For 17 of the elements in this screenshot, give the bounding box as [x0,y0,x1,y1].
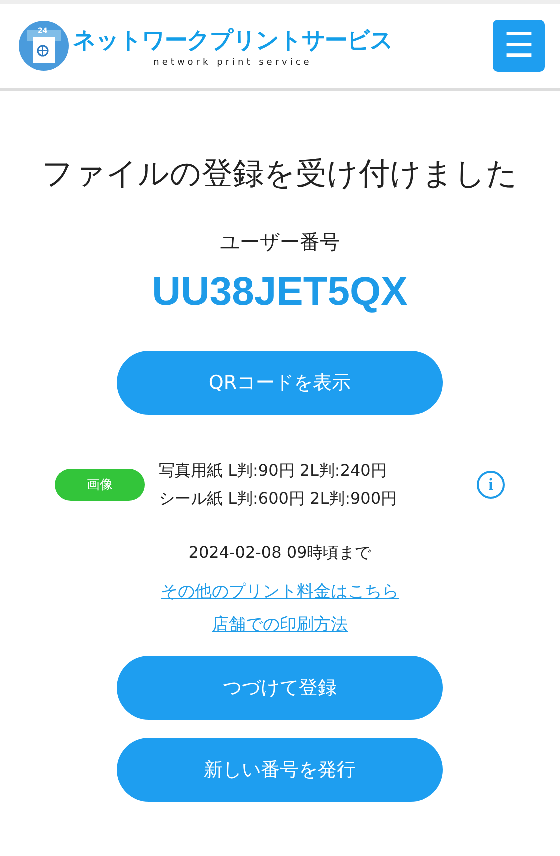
user-number-label: ユーザー番号 [220,229,340,256]
link[interactable]: その他のプリント料金はこちら [161,580,399,603]
deadline-text: 2024-02-08 09時頃まで [188,543,372,564]
qr-code-button[interactable]: QRコードを表示 [117,351,443,415]
logo-title: ネットワークプリントサービス [73,26,393,56]
action-button[interactable]: つづけて登録 [117,656,443,720]
printer-logo-icon [19,21,69,71]
link[interactable]: 店舗での印刷方法 [212,613,348,636]
action-button[interactable]: 新しい番号を発行 [117,738,443,802]
user-number: UU38JET5QX [152,270,408,315]
price-text: シール紙 L判:600円 2L判:900円 [159,488,398,510]
page-title: ファイルの登録を受け付けました [42,155,518,194]
info-button[interactable]: i [477,471,505,499]
price-text: 写真用紙 L判:90円 2L判:240円 [159,460,388,482]
menu-button[interactable]: ☰ [493,20,545,72]
file-type-tag: 画像 [55,469,145,501]
logo-subtitle: network print service [154,58,312,68]
